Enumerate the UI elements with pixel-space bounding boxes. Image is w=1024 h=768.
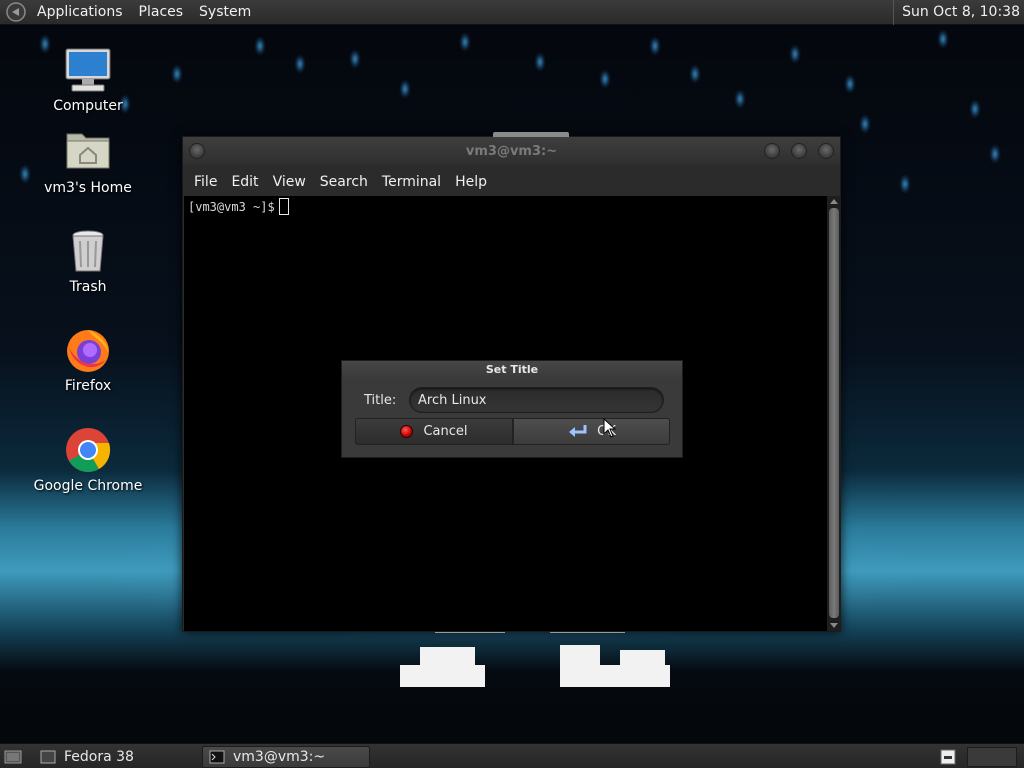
maximize-button[interactable] (791, 143, 807, 159)
menu-help[interactable]: Help (448, 168, 494, 196)
scroll-down-arrow-icon[interactable] (830, 623, 838, 628)
ok-button[interactable]: OK (513, 418, 670, 445)
taskbar-item-fedora[interactable]: Fedora 38 (34, 746, 199, 768)
menu-edit[interactable]: Edit (224, 168, 265, 196)
cancel-icon (400, 425, 414, 438)
desktop-icon-firefox[interactable]: Firefox (13, 326, 163, 394)
title-input[interactable] (409, 387, 664, 413)
desktop-icon-label: Google Chrome (33, 478, 143, 494)
desktop-icon-trash[interactable]: Trash (13, 227, 163, 295)
trash-icon (64, 227, 112, 275)
show-desktop-icon[interactable] (4, 749, 22, 765)
taskbar-item-label: Fedora 38 (64, 749, 134, 765)
chrome-icon (64, 426, 112, 474)
scrollbar-thumb[interactable] (829, 208, 839, 618)
menu-search[interactable]: Search (313, 168, 375, 196)
cancel-button[interactable]: Cancel (355, 418, 513, 445)
system-menu[interactable]: System (191, 0, 259, 25)
minimize-button[interactable] (764, 143, 780, 159)
title-field-label: Title: (364, 393, 397, 408)
window-icon (40, 750, 56, 764)
desktop-icon-label: Trash (69, 279, 107, 295)
home-folder-icon (64, 128, 112, 176)
desktop-icon-chrome[interactable]: Google Chrome (13, 426, 163, 494)
desktop-icon-label: vm3's Home (44, 180, 132, 196)
cancel-button-label: Cancel (423, 424, 468, 439)
taskbar-item-terminal[interactable]: vm3@vm3:~ (202, 746, 370, 768)
workspace-2[interactable] (967, 747, 1017, 767)
dialog-title: Set Title (342, 361, 682, 379)
terminal-menubar: File Edit View Search Terminal Help (183, 168, 840, 196)
terminal-scrollbar[interactable] (827, 196, 841, 631)
terminal-icon (209, 750, 225, 764)
window-title: vm3@vm3:~ (465, 144, 558, 159)
places-menu[interactable]: Places (131, 0, 192, 25)
taskbar-item-label: vm3@vm3:~ (233, 749, 326, 765)
enter-arrow-icon (569, 424, 587, 437)
desktop-icon-computer[interactable]: Computer (13, 46, 163, 114)
menu-file[interactable]: File (187, 168, 224, 196)
window-titlebar[interactable]: vm3@vm3:~ (183, 137, 840, 165)
desktop-icon-home[interactable]: vm3's Home (13, 128, 163, 196)
gnome-foot-icon[interactable] (5, 1, 27, 23)
bottom-panel: Fedora 38 vm3@vm3:~ (0, 743, 1024, 768)
top-panel: Applications Places System Sun Oct 8, 10… (0, 0, 1024, 25)
shell-prompt: [vm3@vm3 ~]$ (188, 200, 275, 214)
set-title-dialog: Set Title Title: Cancel OK (341, 360, 683, 458)
close-button[interactable] (818, 143, 834, 159)
mouse-pointer-icon (603, 418, 617, 438)
menu-terminal[interactable]: Terminal (375, 168, 448, 196)
computer-icon (64, 46, 112, 94)
scroll-up-arrow-icon[interactable] (830, 199, 838, 204)
menu-view[interactable]: View (266, 168, 313, 196)
panel-clock[interactable]: Sun Oct 8, 10:38 (893, 0, 1020, 25)
desktop-icon-label: Firefox (64, 378, 112, 394)
firefox-icon (64, 326, 112, 374)
desktop-icon-label: Computer (53, 98, 123, 114)
workspace-switcher-icon[interactable] (940, 749, 956, 765)
text-cursor (278, 198, 289, 215)
applications-menu[interactable]: Applications (29, 0, 131, 25)
